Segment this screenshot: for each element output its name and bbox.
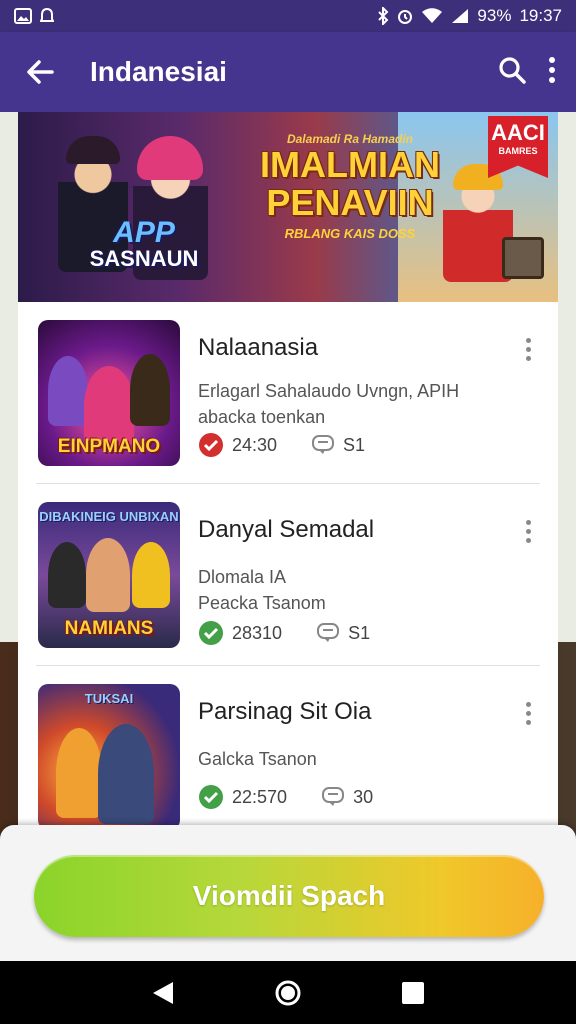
app-stats: 24:30 S1 bbox=[198, 432, 399, 458]
list-item[interactable]: DIBAKINEIG UNBIXAN NAMIANS Danyal Semada… bbox=[36, 484, 540, 666]
nav-recents-button[interactable] bbox=[391, 971, 435, 1015]
app-description: Galcka Tsanon bbox=[198, 749, 317, 769]
more-vert-icon bbox=[549, 56, 555, 83]
check-badge-icon bbox=[199, 433, 223, 457]
alarm-icon bbox=[397, 7, 413, 25]
primary-cta-button[interactable]: Viomdii Spach bbox=[34, 855, 544, 937]
list-item[interactable]: TUKSAI Parsinag Sit Oia Galcka Tsanon 22… bbox=[36, 666, 540, 832]
page-title: Indanesiai bbox=[90, 56, 227, 87]
app-title: Parsinag Sit Oia bbox=[198, 698, 372, 725]
comment-icon bbox=[312, 435, 335, 454]
app-thumbnail: DIBAKINEIG UNBIXAN NAMIANS bbox=[38, 502, 180, 648]
app-stats: 22:570 30 bbox=[198, 784, 407, 810]
clock: 19:37 bbox=[519, 6, 562, 25]
app-description: Dlomala IA Peacka Tsanom bbox=[198, 567, 326, 614]
banner-crate bbox=[502, 237, 544, 279]
overflow-menu-button[interactable] bbox=[548, 56, 556, 89]
app-title: Nalaanasia bbox=[198, 334, 319, 361]
status-bar: 93% 19:37 bbox=[0, 0, 576, 32]
image-icon bbox=[14, 8, 32, 24]
app-rating: 22:570 bbox=[232, 786, 288, 807]
app-comments: S1 bbox=[348, 622, 371, 643]
comment-icon bbox=[322, 787, 345, 806]
content-card: APP SASNAUN Dalamadi Ra Hamadin IMALMIAN… bbox=[18, 112, 558, 832]
comment-icon bbox=[317, 623, 340, 642]
app-comments: S1 bbox=[343, 434, 366, 455]
app-rating: 28310 bbox=[232, 622, 283, 643]
app-title: Danyal Semadal bbox=[198, 516, 375, 543]
wifi-icon bbox=[421, 8, 443, 24]
app-description: Erlagarl Sahalaudo Uvngn, APIH abacka to… bbox=[198, 381, 460, 428]
system-nav-bar bbox=[0, 961, 576, 1024]
nav-back-button[interactable] bbox=[141, 971, 185, 1015]
app-comments: 30 bbox=[353, 786, 374, 807]
item-more-button[interactable] bbox=[524, 520, 532, 543]
app-list: EINPMANO Nalaanasia Erlagarl Sahalaudo U… bbox=[18, 302, 558, 832]
promo-banner[interactable]: APP SASNAUN Dalamadi Ra Hamadin IMALMIAN… bbox=[18, 112, 558, 302]
item-more-button[interactable] bbox=[524, 702, 532, 725]
bottom-action-panel: Viomdii Spach bbox=[0, 825, 576, 961]
signal-icon bbox=[451, 8, 469, 24]
check-badge-icon bbox=[199, 621, 223, 645]
banner-app-logo: APP SASNAUN bbox=[89, 216, 199, 271]
arrow-left-icon bbox=[27, 60, 54, 84]
back-button[interactable] bbox=[0, 32, 80, 112]
square-recents-icon bbox=[402, 981, 425, 1004]
nav-home-button[interactable] bbox=[266, 971, 310, 1015]
battery-level: 93% bbox=[477, 6, 512, 25]
app-stats: 28310 S1 bbox=[198, 620, 404, 646]
search-icon bbox=[499, 56, 526, 84]
item-more-button[interactable] bbox=[524, 338, 532, 361]
triangle-back-icon bbox=[152, 981, 173, 1004]
app-rating: 24:30 bbox=[232, 434, 278, 455]
check-badge-icon bbox=[199, 785, 223, 809]
search-button[interactable] bbox=[498, 56, 526, 89]
bluetooth-icon bbox=[377, 7, 389, 25]
app-thumbnail: TUKSAI bbox=[38, 684, 180, 830]
app-bar: Indanesiai bbox=[0, 32, 576, 112]
list-item[interactable]: EINPMANO Nalaanasia Erlagarl Sahalaudo U… bbox=[36, 302, 540, 484]
app-thumbnail: EINPMANO bbox=[38, 320, 180, 466]
notification-icon bbox=[40, 8, 54, 24]
banner-promo-text: Dalamadi Ra Hamadin IMALMIAN PENAVIIN RB… bbox=[260, 132, 440, 241]
circle-home-icon bbox=[275, 980, 301, 1005]
